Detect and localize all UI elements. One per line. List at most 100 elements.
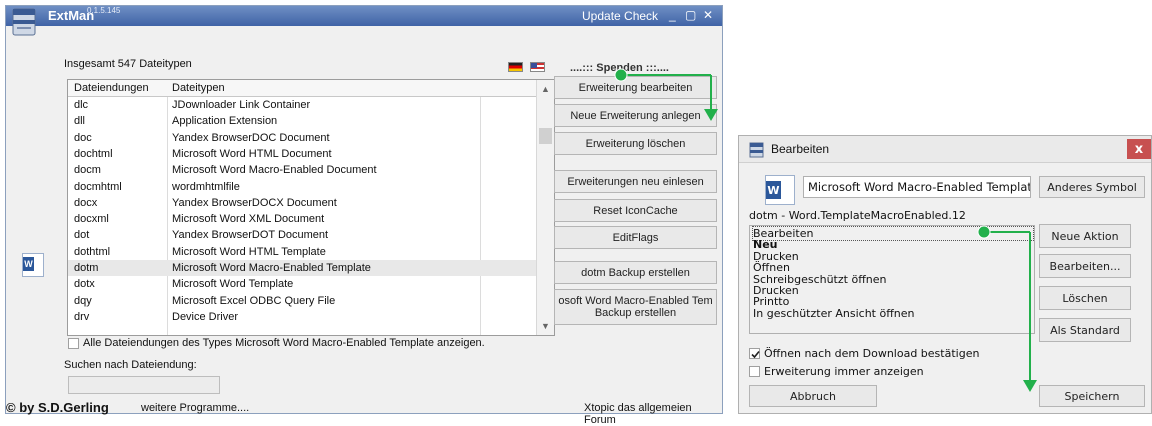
delete-action-button[interactable]: Löschen (1039, 286, 1131, 310)
show-all-extensions-checkbox[interactable] (68, 338, 79, 349)
cell-filetype: Microsoft Word Macro-Enabled Template (172, 262, 371, 274)
reset-iconcache-button[interactable]: Reset IconCache (554, 199, 717, 222)
always-show-checkbox[interactable] (749, 366, 760, 377)
scroll-down-icon[interactable]: ▼ (541, 321, 550, 331)
extman-window: ExtMan 0.1.5.145 Update Check _ ▢ ✕ Insg… (5, 5, 723, 426)
type-name-field[interactable]: Microsoft Word Macro-Enabled Template (803, 176, 1031, 198)
cell-extension: doc (74, 131, 92, 144)
copyright-label: © by S.D.Gerling (6, 400, 109, 415)
donate-link[interactable]: ....::: Spenden :::.... (570, 62, 669, 74)
table-row[interactable]: dlc JDownloader Link Container (68, 97, 536, 113)
cell-filetype: JDownloader Link Container (172, 99, 311, 111)
cell-extension: dotm (74, 262, 99, 274)
us-flag-icon[interactable] (530, 62, 545, 72)
cell-extension: docm (74, 164, 101, 177)
table-row[interactable]: dotm Microsoft Word Macro-Enabled Templat… (68, 260, 536, 277)
cell-extension: docmhtml (74, 180, 122, 193)
cell-extension: docxml (74, 213, 109, 226)
forum-link[interactable]: Xtopic das allgemeien Forum (584, 402, 722, 426)
other-icon-button[interactable]: Anderes Symbol (1039, 176, 1145, 198)
cell-filetype: Application Extension (172, 115, 278, 128)
cell-extension: dotx (74, 278, 95, 291)
edit-action-button[interactable]: Bearbeiten... (1039, 254, 1131, 278)
scroll-thumb[interactable] (539, 128, 552, 144)
new-action-button[interactable]: Neue Aktion (1039, 224, 1131, 248)
maximize-button[interactable]: ▢ (685, 8, 696, 22)
table-row[interactable]: docx Yandex BrowserDOCX Document (68, 195, 536, 211)
edit-dialog: Bearbeiten x W Microsoft Word Macro-Enab… (738, 135, 1152, 414)
delete-extension-button[interactable]: Erweiterung löschen (554, 132, 717, 155)
column-header-extension[interactable]: Dateiendungen (74, 82, 149, 94)
table-row[interactable]: docxml Microsoft Word XML Document (68, 211, 536, 227)
word-document-icon[interactable]: W (765, 175, 795, 205)
set-default-button[interactable]: Als Standard (1039, 318, 1131, 342)
dialog-title: Bearbeiten (771, 142, 830, 156)
cell-filetype: Microsoft Word Template (172, 278, 294, 291)
always-show-label: Erweiterung immer anzeigen (764, 365, 924, 378)
cell-filetype: Microsoft Word HTML Template (172, 245, 326, 258)
prog-id-label: dotm - Word.TemplateMacroEnabled.12 (749, 209, 966, 222)
table-header: Dateiendungen Dateitypen (68, 80, 536, 97)
cell-filetype: wordmhtmlfile (172, 180, 240, 193)
action-item[interactable]: In geschützter Ansicht öffnen (753, 307, 915, 320)
extman-app-icon (749, 142, 764, 158)
checkmark-icon (751, 350, 760, 359)
cell-extension: docx (74, 196, 98, 209)
table-row[interactable]: dochtml Microsoft Word HTML Document (68, 146, 536, 162)
cell-filetype: Yandex BrowserDOT Document (172, 229, 329, 242)
table-row[interactable]: dll Application Extension (68, 113, 536, 129)
new-extension-button[interactable]: Neue Erweiterung anlegen (554, 104, 717, 127)
close-button[interactable]: ✕ (703, 8, 713, 22)
cancel-button[interactable]: Abbruch (749, 385, 877, 407)
table-row[interactable]: docmhtml wordmhtmlfile (68, 179, 536, 195)
more-programs-link[interactable]: weitere Programme.... (141, 402, 249, 414)
update-check-link[interactable]: Update Check (582, 9, 658, 23)
cell-extension: dqy (74, 294, 92, 307)
action-list[interactable]: Bearbeiten Neu Drucken Öffnen Schreibgeschüt… (749, 225, 1035, 334)
app-version: 0.1.5.145 (87, 6, 121, 15)
table-row[interactable]: dothtml Microsoft Word HTML Template (68, 244, 536, 260)
dialog-title-bar: Bearbeiten x (739, 136, 1151, 163)
title-bar: ExtMan 0.1.5.145 Update Check _ ▢ ✕ (6, 6, 722, 36)
edit-extension-button[interactable]: Erweiterung bearbeiten (554, 76, 717, 99)
show-all-extensions-label: Alle Dateiendungen des Types Microsoft W… (83, 337, 485, 349)
cell-extension: dochtml (74, 147, 113, 160)
vertical-scrollbar[interactable]: ▲ ▼ (536, 80, 554, 335)
filetype-table[interactable]: Dateiendungen Dateitypen dlc JDownloader … (67, 79, 555, 336)
total-filetypes-label: Insgesamt 547 Dateitypen (64, 58, 192, 70)
table-row[interactable]: drv Device Driver (68, 309, 536, 325)
minimize-button[interactable]: _ (669, 8, 676, 22)
search-label: Suchen nach Dateiendung: (64, 359, 197, 371)
table-row[interactable]: dqy Microsoft Excel ODBC Query File (68, 293, 536, 309)
cell-extension: dlc (74, 99, 89, 111)
cell-filetype: Yandex BrowserDOCX Document (172, 196, 337, 209)
table-row[interactable]: doc Yandex BrowserDOC Document (68, 130, 536, 146)
action-item[interactable]: Bearbeiten (752, 226, 1034, 241)
editflags-button[interactable]: EditFlags (554, 226, 717, 249)
confirm-open-label: Öffnen nach dem Download bestätigen (764, 347, 980, 360)
extman-app-icon (12, 8, 36, 36)
cell-extension: drv (74, 310, 90, 323)
save-button[interactable]: Speichern (1039, 385, 1145, 407)
table-row[interactable]: dot Yandex BrowserDOT Document (68, 227, 536, 243)
cell-extension: dothtml (74, 245, 111, 258)
confirm-open-checkbox[interactable] (749, 348, 760, 359)
search-extension-input[interactable] (68, 376, 220, 394)
table-row[interactable]: docm Microsoft Word Macro-Enabled Documen… (68, 162, 536, 178)
reload-extensions-button[interactable]: Erweiterungen neu einlesen (554, 170, 717, 193)
backup-filetype-button[interactable]: osoft Word Macro-Enabled Tem Backup erst… (554, 289, 717, 325)
table-row[interactable]: dotx Microsoft Word Template (68, 276, 536, 292)
cell-filetype: Yandex BrowserDOC Document (172, 131, 330, 144)
cell-extension: dll (74, 115, 86, 128)
cell-filetype: Microsoft Word HTML Document (172, 147, 332, 160)
cell-filetype: Microsoft Excel ODBC Query File (172, 294, 336, 307)
backup-extension-button[interactable]: dotm Backup erstellen (554, 261, 717, 284)
column-header-type[interactable]: Dateitypen (172, 82, 225, 94)
backup-filetype-line1: osoft Word Macro-Enabled Tem (558, 295, 713, 307)
cell-filetype: Microsoft Word XML Document (172, 213, 325, 226)
backup-filetype-line2: Backup erstellen (594, 307, 677, 319)
german-flag-icon[interactable] (508, 62, 523, 72)
scroll-up-icon[interactable]: ▲ (541, 84, 550, 94)
cell-filetype: Microsoft Word Macro-Enabled Document (172, 164, 377, 177)
close-icon[interactable]: x (1127, 139, 1151, 159)
